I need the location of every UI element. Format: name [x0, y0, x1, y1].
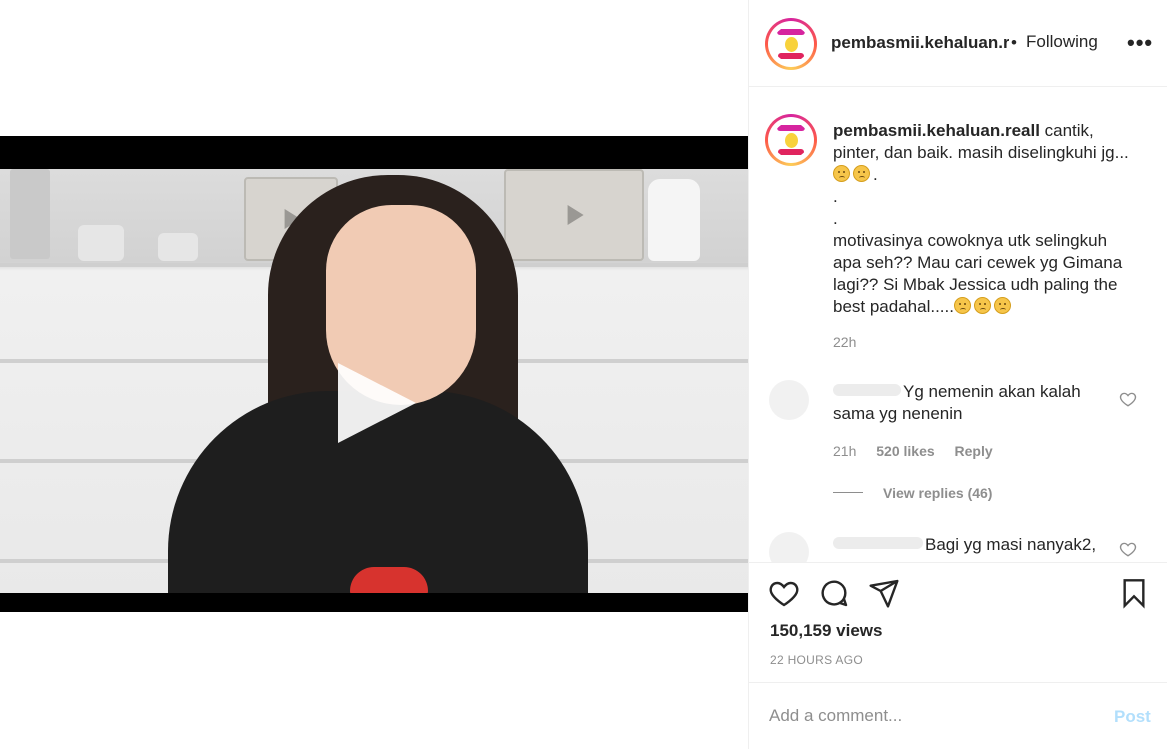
comment-meta: 21h 520 likes Reply	[833, 443, 1009, 459]
post-time-ago[interactable]: 22 HOURS AGO	[770, 653, 863, 667]
paper-plane-icon[interactable]	[868, 577, 900, 609]
play-icon[interactable]	[338, 363, 416, 443]
post-actions: 150,159 views 22 HOURS AGO	[749, 562, 1167, 682]
video-player[interactable]	[0, 136, 748, 612]
add-comment-bar: Post	[749, 682, 1167, 749]
background-play-plaque-2	[504, 169, 644, 261]
comment-bubble-icon[interactable]	[818, 577, 850, 609]
sad-face-icon	[853, 165, 870, 182]
media-area	[0, 0, 748, 749]
post-button[interactable]: Post	[1114, 707, 1151, 727]
caption-username[interactable]: pembasmii.kehaluan.reall	[833, 121, 1040, 140]
reply-button[interactable]: Reply	[955, 443, 993, 459]
caption-avatar[interactable]	[765, 114, 817, 166]
header-username[interactable]: pembasmii.kehaluan.re	[831, 33, 1009, 53]
comment-text: Bagi yg masi nanyak2,	[833, 534, 1113, 556]
ellipsis-icon[interactable]: •••	[1127, 30, 1153, 56]
comment-text: Yg nemenin akan kalah sama yg nenenin	[833, 381, 1113, 425]
caption: pembasmii.kehaluan.reall cantik, pinter,…	[833, 120, 1133, 318]
shirt-print	[350, 567, 428, 593]
comment-input[interactable]	[769, 701, 1089, 731]
comments-list[interactable]: pembasmii.kehaluan.reall cantik, pinter,…	[749, 88, 1167, 562]
caption-dot: .	[833, 209, 838, 228]
caption-timestamp[interactable]: 22h	[833, 334, 856, 350]
background-figurine	[78, 225, 124, 261]
disappointed-face-icon	[993, 297, 1011, 314]
disappointed-face-icon	[953, 297, 971, 314]
comment-body: Bagi yg masi nanyak2,	[925, 535, 1097, 554]
bookmark-icon[interactable]	[1118, 577, 1150, 609]
view-replies-button[interactable]: View replies (46)	[883, 485, 992, 501]
caption-dot: .	[833, 187, 838, 206]
disappointed-face-icon	[973, 297, 991, 314]
heart-outline-icon[interactable]	[1119, 390, 1137, 408]
comment-avatar[interactable]	[769, 380, 809, 420]
replies-divider	[833, 492, 863, 493]
separator-dot: •	[1011, 33, 1017, 52]
post-header: pembasmii.kehaluan.re • Following •••	[749, 0, 1167, 87]
comment-timestamp[interactable]: 21h	[833, 443, 856, 459]
caption-dot: .	[873, 165, 878, 184]
blurred-username[interactable]	[833, 384, 901, 396]
background-vase	[648, 179, 700, 261]
heart-icon[interactable]	[768, 577, 800, 609]
comment-likes[interactable]: 520 likes	[876, 443, 934, 459]
video-frame	[0, 169, 748, 593]
background-mug	[158, 233, 198, 261]
heart-outline-icon[interactable]	[1119, 540, 1137, 558]
comment-avatar[interactable]	[769, 532, 809, 562]
background-shelf	[10, 169, 50, 259]
post-side-panel: pembasmii.kehaluan.re • Following ••• pe…	[748, 0, 1167, 749]
following-button[interactable]: Following	[1026, 32, 1098, 52]
sad-face-icon	[833, 165, 850, 182]
view-count[interactable]: 150,159 views	[770, 621, 882, 641]
avatar[interactable]	[765, 18, 817, 70]
blurred-username[interactable]	[833, 537, 923, 549]
